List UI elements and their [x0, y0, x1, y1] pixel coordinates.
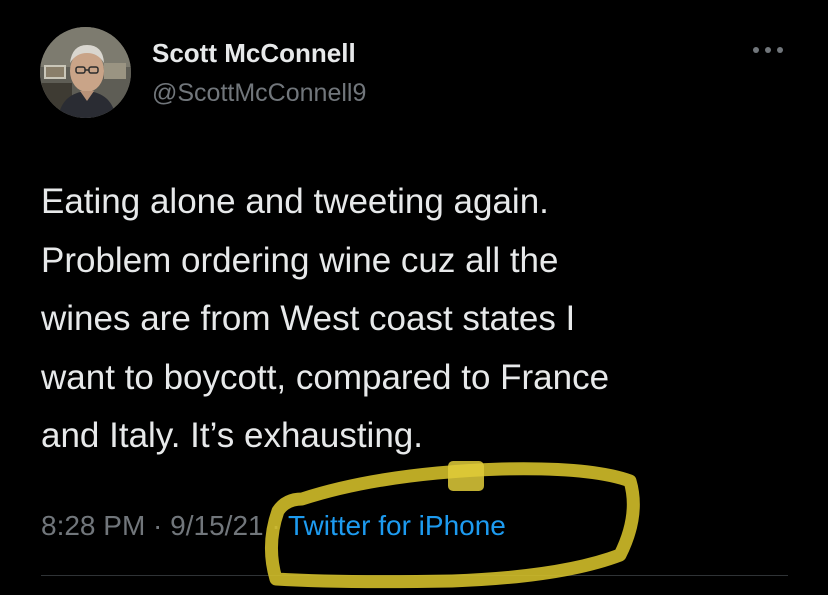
- more-horizontal-icon: [753, 47, 783, 53]
- tweet-line: wines are from West coast states I: [41, 299, 576, 338]
- avatar[interactable]: [40, 27, 131, 118]
- tweet-line: and Italy. It’s exhausting.: [41, 416, 423, 455]
- meta-separator: ·: [263, 510, 288, 541]
- meta-separator: ·: [145, 510, 171, 541]
- more-options-button[interactable]: [748, 38, 788, 62]
- author-name[interactable]: Scott McConnell: [152, 38, 356, 69]
- divider: [41, 575, 788, 576]
- tweet-line: want to boycott, compared to France: [41, 357, 610, 397]
- tweet-date[interactable]: 9/15/21: [170, 510, 263, 541]
- profile-photo: [40, 27, 131, 118]
- tweet-time[interactable]: 8:28 PM: [41, 510, 145, 541]
- tweet-text: Eating alone and tweeting again. Problem…: [41, 173, 811, 466]
- tweet-metadata: 8:28 PM · 9/15/21 · Twitter for iPhone: [41, 510, 506, 542]
- author-handle[interactable]: @ScottMcConnell9: [152, 79, 366, 108]
- tweet-source-link[interactable]: Twitter for iPhone: [288, 510, 506, 541]
- tweet-line: Eating alone and tweeting again.: [41, 182, 549, 221]
- tweet-line: Problem ordering wine cuz all the: [41, 240, 559, 280]
